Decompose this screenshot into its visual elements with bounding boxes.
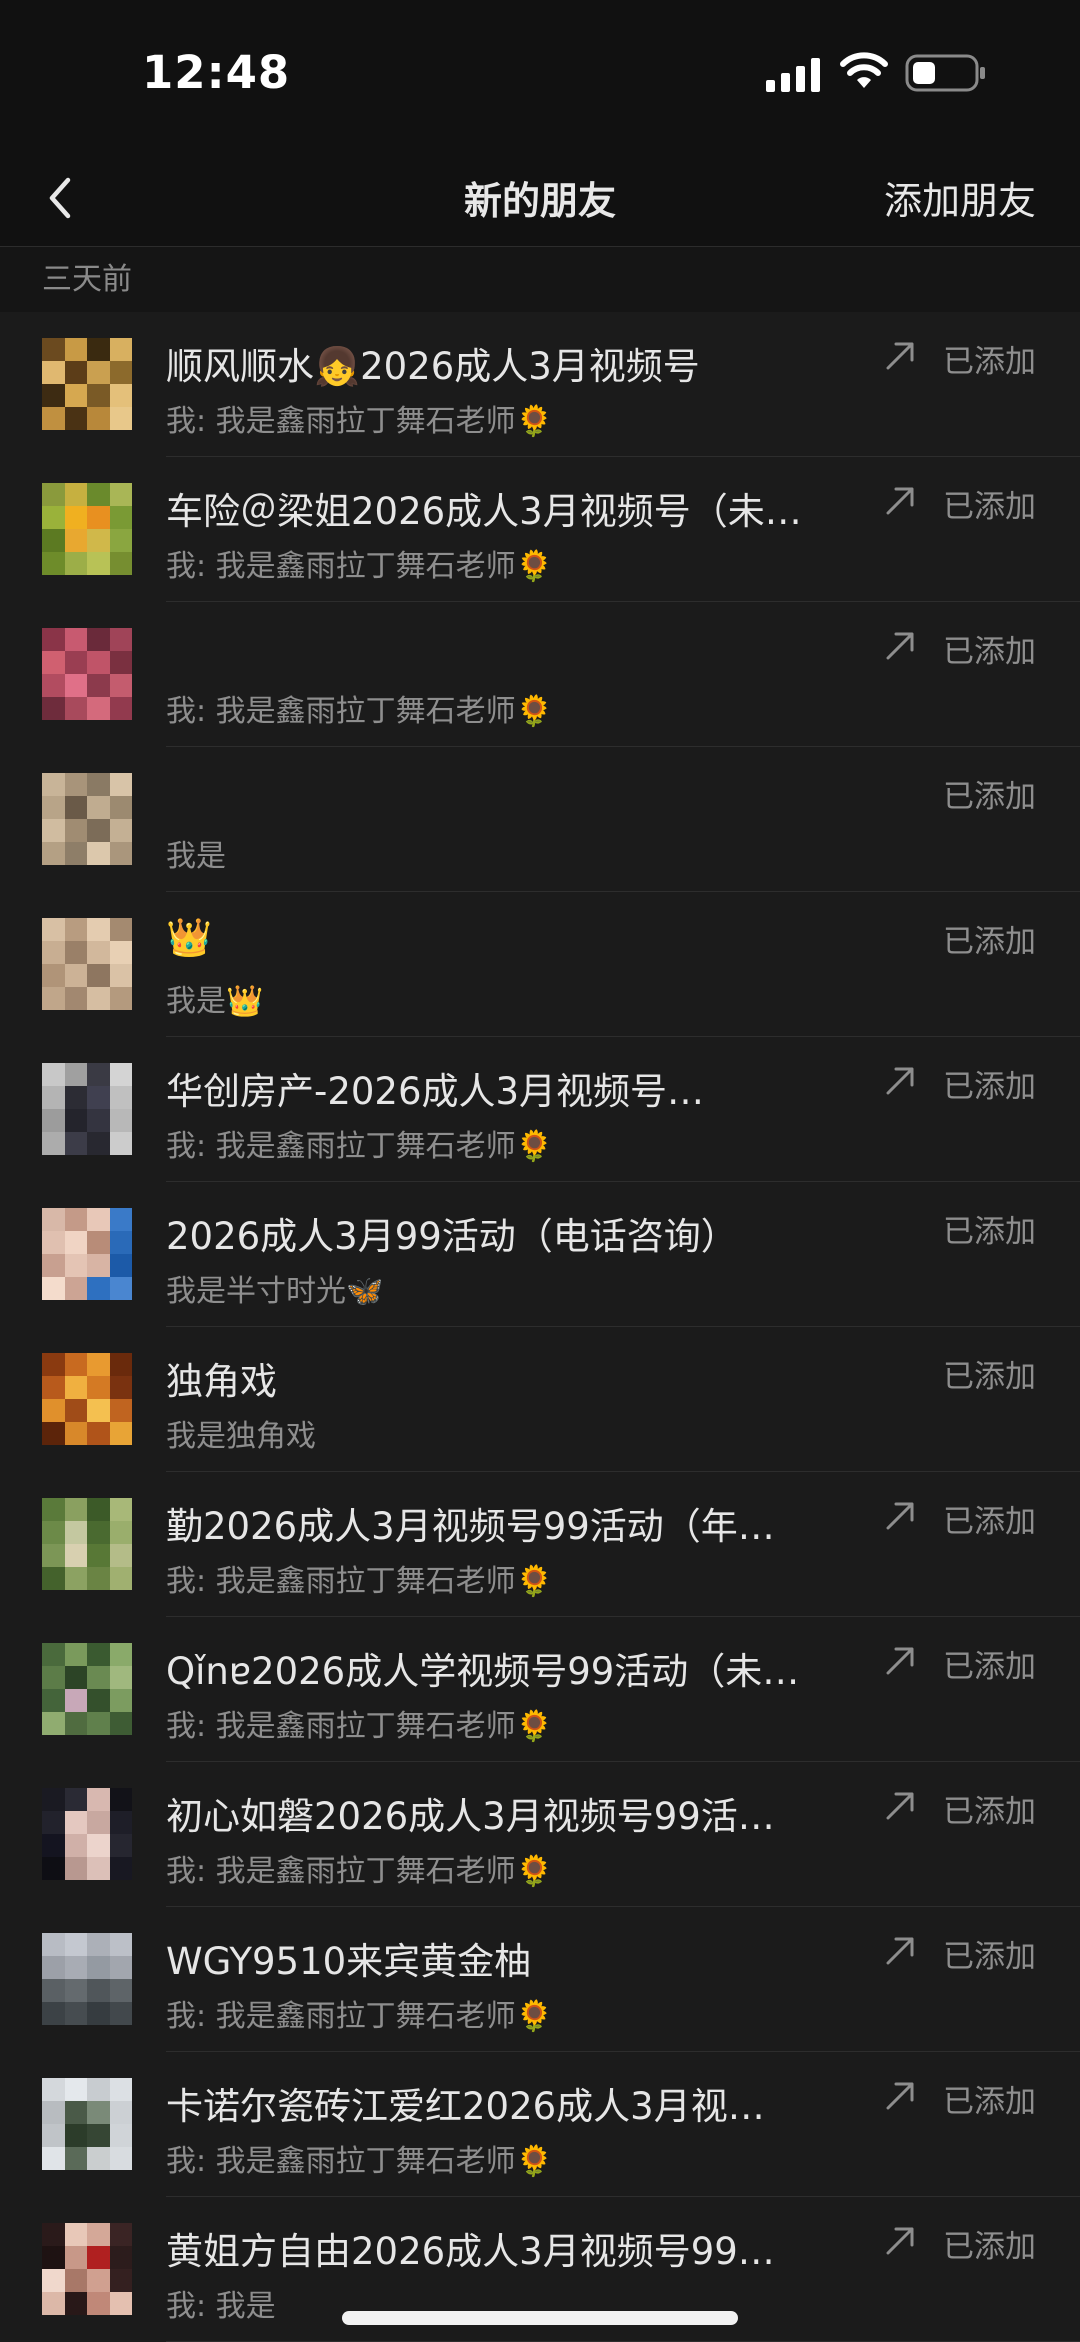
friend-name: 初心如磐2026成人3月视频号99活… <box>166 1786 866 1840</box>
friend-request-message: 我是独角戏 <box>166 1411 866 1455</box>
navigation-bar: 新的朋友 添加朋友 <box>0 150 1080 247</box>
friend-request-message: 我: 我是鑫雨拉丁舞石老师🌻 <box>166 396 866 440</box>
friend-name: 独角戏 <box>166 1351 866 1405</box>
friend-row[interactable]: 独角戏我是独角戏 已添加 <box>0 1327 1080 1472</box>
friend-name: 黄姐方自由2026成人3月视频号99… <box>166 2221 866 2275</box>
outgoing-arrow-icon <box>884 628 918 662</box>
friend-request-message: 我: 我是鑫雨拉丁舞石老师🌻 <box>166 2136 866 2180</box>
friend-request-message: 我: 我是鑫雨拉丁舞石老师🌻 <box>166 1121 866 1165</box>
outgoing-arrow-icon <box>884 1933 918 1967</box>
friend-request-message: 我: 我是鑫雨拉丁舞石老师🌻 <box>166 1701 866 1745</box>
friend-row[interactable]: Qǐnɐ2026成人学视频号99活动（未… 我: 我是鑫雨拉丁舞石老师🌻 已添加 <box>0 1617 1080 1762</box>
battery-icon <box>905 54 987 92</box>
friend-row[interactable]: 我: 我是鑫雨拉丁舞石老师🌻 已添加 <box>0 602 1080 747</box>
outgoing-arrow-icon <box>884 1063 918 1097</box>
avatar[interactable] <box>42 1643 132 1735</box>
outgoing-arrow-icon <box>884 1498 918 1532</box>
friend-request-message: 我是半寸时光🦋 <box>166 1266 866 1310</box>
outgoing-arrow-icon <box>884 1788 918 1822</box>
friend-request-message: 我是 <box>166 831 866 875</box>
friend-name: 顺风顺水👧2026成人3月视频号 <box>166 336 866 390</box>
friend-request-message: 我是👑 <box>166 976 866 1020</box>
added-status-label: 已添加 <box>943 2076 1036 2121</box>
avatar[interactable] <box>42 1208 132 1300</box>
avatar[interactable] <box>42 918 132 1010</box>
friend-row[interactable]: 顺风顺水👧2026成人3月视频号我: 我是鑫雨拉丁舞石老师🌻 已添加 <box>0 312 1080 457</box>
added-status-label: 已添加 <box>943 481 1036 526</box>
friend-name: 车险＠梁姐2026成人3月视频号（未… <box>166 481 866 535</box>
added-status-label: 已添加 <box>943 1206 1036 1251</box>
added-status-label: 已添加 <box>943 626 1036 671</box>
outgoing-arrow-icon <box>884 338 918 372</box>
outgoing-arrow-icon <box>884 2223 918 2257</box>
added-status-label: 已添加 <box>943 2221 1036 2266</box>
avatar[interactable] <box>42 628 132 720</box>
friend-row[interactable]: 卡诺尔瓷砖江爱红2026成人3月视… 我: 我是鑫雨拉丁舞石老师🌻 已添加 <box>0 2052 1080 2197</box>
friend-name: Qǐnɐ2026成人学视频号99活动（未… <box>166 1641 866 1695</box>
wifi-icon <box>840 52 888 90</box>
new-friends-list: 顺风顺水👧2026成人3月视频号我: 我是鑫雨拉丁舞石老师🌻已添加车险＠梁姐20… <box>0 312 1080 2342</box>
added-status-label: 已添加 <box>943 771 1036 816</box>
friend-request-message: 我: 我是鑫雨拉丁舞石老师🌻 <box>166 541 866 585</box>
added-status-label: 已添加 <box>943 1786 1036 1831</box>
avatar[interactable] <box>42 1498 132 1590</box>
avatar[interactable] <box>42 338 132 430</box>
added-status-label: 已添加 <box>943 916 1036 961</box>
avatar[interactable] <box>42 2078 132 2170</box>
friend-request-message: 我: 我是鑫雨拉丁舞石老师🌻 <box>166 1846 866 1890</box>
friend-row[interactable]: 勤2026成人3月视频号99活动（年… 我: 我是鑫雨拉丁舞石老师🌻 已添加 <box>0 1472 1080 1617</box>
added-status-label: 已添加 <box>943 1496 1036 1541</box>
friend-name: 勤2026成人3月视频号99活动（年… <box>166 1496 866 1550</box>
avatar[interactable] <box>42 1353 132 1445</box>
friend-row[interactable]: 车险＠梁姐2026成人3月视频号（未… 我: 我是鑫雨拉丁舞石老师🌻 已添加 <box>0 457 1080 602</box>
friend-row[interactable]: 华创房产-2026成人3月视频号… 我: 我是鑫雨拉丁舞石老师🌻 已添加 <box>0 1037 1080 1182</box>
friend-name: 卡诺尔瓷砖江爱红2026成人3月视… <box>166 2076 866 2130</box>
friend-row[interactable]: WGY9510来宾黄金柚我: 我是鑫雨拉丁舞石老师🌻 已添加 <box>0 1907 1080 2052</box>
section-header: 三天前 <box>0 247 1080 312</box>
added-status-label: 已添加 <box>943 1351 1036 1396</box>
added-status-label: 已添加 <box>943 336 1036 381</box>
outgoing-arrow-icon <box>884 1643 918 1677</box>
added-status-label: 已添加 <box>943 1641 1036 1686</box>
added-status-label: 已添加 <box>943 1931 1036 1976</box>
cellular-signal-icon <box>766 58 822 92</box>
avatar[interactable] <box>42 773 132 865</box>
add-friend-button[interactable]: 添加朋友 <box>884 170 1036 225</box>
outgoing-arrow-icon <box>884 2078 918 2112</box>
added-status-label: 已添加 <box>943 1061 1036 1106</box>
avatar[interactable] <box>42 1063 132 1155</box>
friend-row[interactable]: 2026成人3月99活动（电话咨询） 我是半寸时光🦋 已添加 <box>0 1182 1080 1327</box>
status-time: 12:48 <box>142 46 290 99</box>
friend-name: WGY9510来宾黄金柚 <box>166 1931 866 1985</box>
avatar[interactable] <box>42 1933 132 2025</box>
friend-row[interactable]: 我是 已添加 <box>0 747 1080 892</box>
avatar[interactable] <box>42 483 132 575</box>
status-bar: 12:48 <box>0 0 1080 160</box>
friend-name: 👑 <box>166 916 866 960</box>
friend-name: 2026成人3月99活动（电话咨询） <box>166 1206 866 1260</box>
friend-name: 华创房产-2026成人3月视频号… <box>166 1061 866 1115</box>
avatar[interactable] <box>42 1788 132 1880</box>
avatar[interactable] <box>42 2223 132 2315</box>
friend-request-message: 我: 我是鑫雨拉丁舞石老师🌻 <box>166 1556 866 1600</box>
friend-request-message: 我: 我是鑫雨拉丁舞石老师🌻 <box>166 686 866 730</box>
home-indicator[interactable] <box>342 2311 738 2325</box>
friend-row[interactable]: 👑 我是👑 已添加 <box>0 892 1080 1037</box>
outgoing-arrow-icon <box>884 483 918 517</box>
friend-request-message: 我: 我是鑫雨拉丁舞石老师🌻 <box>166 1991 866 2035</box>
friend-row[interactable]: 初心如磐2026成人3月视频号99活… 我: 我是鑫雨拉丁舞石老师🌻 已添加 <box>0 1762 1080 1907</box>
